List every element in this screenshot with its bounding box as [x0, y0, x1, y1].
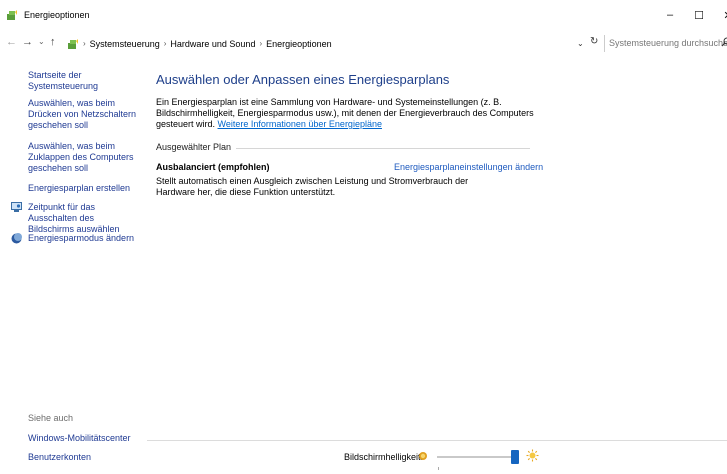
main-content: Auswählen oder Anpassen eines Energiespa…: [156, 56, 727, 446]
breadcrumb-separator: ›: [83, 39, 86, 48]
breadcrumb-item[interactable]: Energieoptionen: [266, 39, 332, 49]
monitor-icon: [11, 202, 22, 212]
brightness-slider-tick: [438, 467, 439, 470]
sidebar-item-lid-close[interactable]: Auswählen, was beim Zuklappen des Comput…: [28, 141, 140, 174]
sidebar-item-power-buttons[interactable]: Auswählen, was beim Drücken von Netzscha…: [28, 98, 140, 131]
minimize-button[interactable]: –: [655, 4, 685, 26]
up-button[interactable]: ↑: [50, 36, 56, 48]
selected-plan-label: Ausgewählter Plan: [156, 142, 232, 152]
window-title: Energieoptionen: [24, 10, 90, 20]
control-panel-icon: [68, 39, 78, 49]
sidebar-link-user-accounts[interactable]: Benutzerkonten: [28, 452, 91, 462]
sidebar-item-display-off[interactable]: Zeitpunkt für das Ausschalten des Bildsc…: [28, 202, 140, 235]
breadcrumb-separator: ›: [259, 39, 263, 48]
plan-name: Ausbalanciert (empfohlen): [156, 162, 270, 172]
page-title: Auswählen oder Anpassen eines Energiespa…: [156, 72, 450, 87]
more-info-link[interactable]: Weitere Informationen über Energiepläne: [218, 119, 382, 129]
title-bar: Energieoptionen – ☐ ✕: [0, 0, 727, 30]
refresh-button[interactable]: ↻: [590, 36, 598, 47]
maximize-button[interactable]: ☐: [684, 4, 714, 26]
brightness-slider-thumb[interactable]: [511, 450, 519, 464]
search-icon[interactable]: [721, 37, 727, 47]
sidebar-item-create-plan[interactable]: Energiesparplan erstellen: [28, 183, 140, 194]
back-button[interactable]: ←: [6, 36, 17, 48]
sidebar-item-control-panel-home[interactable]: Startseite der Systemsteuerung: [28, 70, 140, 92]
breadcrumb: › Systemsteuerung › Hardware und Sound ›…: [83, 39, 332, 49]
address-bar[interactable]: › Systemsteuerung › Hardware und Sound ›…: [66, 35, 600, 52]
sidebar-link-mobility-center[interactable]: Windows-Mobilitätscenter: [28, 433, 131, 443]
plan-description: Stellt automatisch einen Ausgleich zwisc…: [156, 176, 469, 197]
change-plan-settings-link[interactable]: Energiesparplaneinstellungen ändern: [394, 162, 543, 172]
page-description: Ein Energiesparplan ist eine Sammlung vo…: [156, 97, 536, 130]
address-row: ← → ⌄ ↑ › Systemsteuerung › Hardware und…: [0, 30, 727, 56]
close-button[interactable]: ✕: [713, 4, 727, 26]
see-also-heading: Siehe auch: [28, 413, 74, 423]
search-placeholder: Systemsteuerung durchsuchen: [609, 38, 727, 48]
group-divider: [236, 148, 530, 149]
brightness-slider-track[interactable]: [437, 456, 519, 458]
breadcrumb-item[interactable]: Hardware und Sound: [170, 39, 255, 49]
bottom-divider: [147, 440, 727, 441]
breadcrumb-item[interactable]: Systemsteuerung: [90, 39, 160, 49]
breadcrumb-separator: ›: [163, 39, 167, 48]
power-options-icon: [7, 10, 17, 20]
brightness-high-icon: [526, 449, 539, 462]
forward-button[interactable]: →: [22, 36, 33, 48]
sidebar-item-sleep[interactable]: Energiesparmodus ändern: [28, 233, 140, 244]
recent-locations-button[interactable]: ⌄: [38, 37, 45, 46]
brightness-low-icon: [419, 452, 427, 460]
brightness-label: Bildschirmhelligkeit:: [344, 452, 424, 462]
address-dropdown-button[interactable]: ⌄: [577, 39, 584, 48]
sleep-moon-icon: [11, 233, 22, 244]
search-input[interactable]: Systemsteuerung durchsuchen: [604, 35, 727, 52]
sidebar: Startseite der Systemsteuerung Auswählen…: [0, 56, 142, 474]
